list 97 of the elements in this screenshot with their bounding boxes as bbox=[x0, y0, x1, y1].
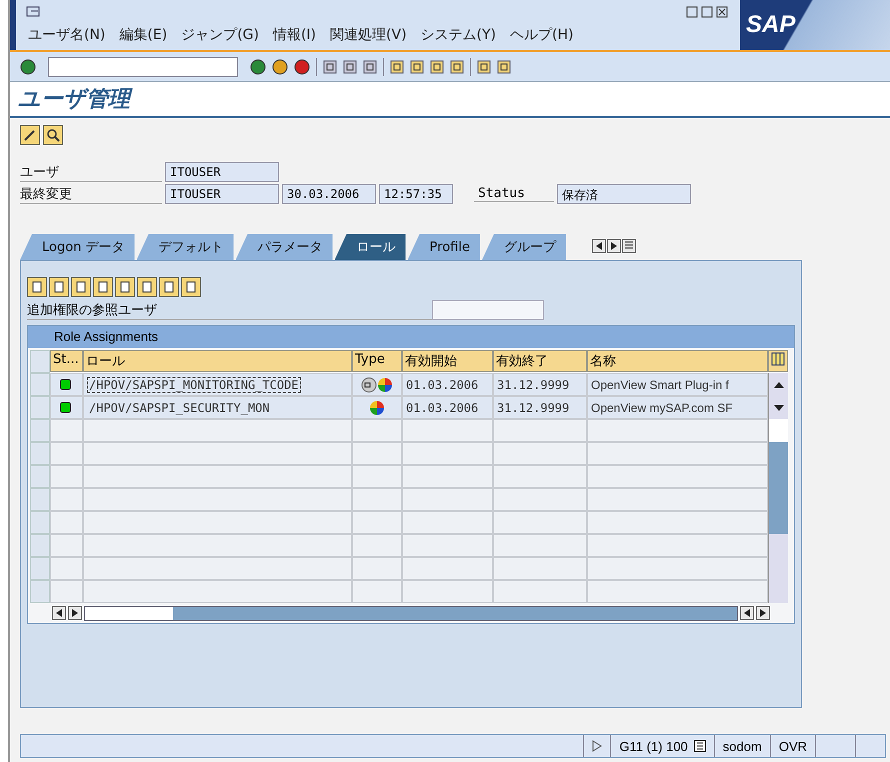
toolbar-button[interactable] bbox=[49, 277, 69, 297]
table-cell[interactable]: /HPOV/SAPSPI_MONITORING_TCODE bbox=[83, 373, 352, 396]
table-cell bbox=[352, 465, 402, 488]
toolbar-button[interactable] bbox=[137, 277, 157, 297]
scroll-left-button[interactable] bbox=[740, 606, 754, 620]
column-header[interactable]: 名称 bbox=[587, 350, 768, 372]
time-field[interactable]: 12:57:35 bbox=[379, 184, 453, 204]
menu-item[interactable]: 編集(E) bbox=[119, 26, 168, 44]
logo: SAP bbox=[740, 0, 890, 50]
table-cell bbox=[50, 534, 83, 557]
right-arrow-icon bbox=[610, 242, 617, 250]
table-cell bbox=[50, 465, 83, 488]
scroll-right-button[interactable] bbox=[606, 239, 621, 253]
table-cell bbox=[352, 580, 402, 603]
column-header[interactable]: Type bbox=[352, 350, 402, 372]
scroll-left-button[interactable] bbox=[592, 239, 606, 253]
status-field[interactable]: 保存済 bbox=[557, 184, 691, 204]
toolbar-button[interactable] bbox=[27, 277, 47, 297]
tab[interactable]: ロール bbox=[334, 234, 406, 260]
table-cell: 31.12.9999 bbox=[493, 396, 587, 419]
right-arrow-icon bbox=[72, 609, 78, 617]
date-field[interactable]: 30.03.2006 bbox=[282, 184, 376, 204]
field-label: 最終変更 bbox=[20, 184, 162, 204]
table-cell bbox=[352, 488, 402, 511]
table-title: Role Assignments bbox=[28, 326, 794, 348]
column-header[interactable]: St... bbox=[50, 350, 83, 372]
table-cell: 01.03.2006 bbox=[402, 373, 493, 396]
table-cell: 31.12.9999 bbox=[493, 373, 587, 396]
tab[interactable]: Logon データ bbox=[20, 234, 135, 260]
list-icon[interactable] bbox=[694, 740, 706, 752]
menu-item[interactable]: ヘルプ(H) bbox=[510, 26, 574, 44]
down-arrow-icon bbox=[774, 404, 784, 410]
left-arrow-icon bbox=[744, 609, 750, 617]
command-field[interactable] bbox=[48, 56, 238, 76]
tab[interactable]: グループ bbox=[482, 234, 566, 260]
horizontal-scrollbar[interactable] bbox=[84, 606, 738, 620]
left-arrow-icon bbox=[56, 609, 62, 617]
display-button[interactable] bbox=[43, 125, 63, 145]
reference-user-field[interactable] bbox=[432, 300, 544, 320]
layout-button[interactable] bbox=[768, 350, 788, 372]
server-name: sodom bbox=[714, 735, 770, 757]
scroll-right-button[interactable] bbox=[756, 606, 770, 620]
menu-item[interactable]: 関連処理(V) bbox=[330, 26, 407, 44]
table-cell bbox=[50, 557, 83, 580]
field-label: Status bbox=[474, 186, 554, 202]
scroll-left-button[interactable] bbox=[52, 606, 66, 620]
menu-item[interactable]: ユーザ名(N) bbox=[28, 26, 106, 44]
table-cell bbox=[352, 557, 402, 580]
field-label: 追加権限の参照ユーザ bbox=[27, 300, 432, 320]
tab[interactable]: Profile bbox=[408, 234, 480, 260]
scroll-down-button[interactable] bbox=[768, 396, 788, 419]
toolbar-button[interactable] bbox=[181, 277, 201, 297]
table-cell[interactable]: /HPOV/SAPSPI_SECURITY_MON bbox=[83, 396, 352, 419]
tab[interactable]: デフォルト bbox=[136, 234, 234, 260]
left-arrow-icon bbox=[596, 242, 602, 250]
role-icon bbox=[377, 376, 393, 392]
menu-icon[interactable] bbox=[26, 6, 40, 18]
input-mode: OVR bbox=[770, 735, 815, 757]
column-header[interactable]: 有効終了 bbox=[493, 350, 587, 372]
user-field[interactable]: ITOUSER bbox=[165, 162, 279, 182]
menu-item[interactable]: 情報(I) bbox=[272, 26, 316, 44]
list-icon bbox=[624, 241, 634, 251]
scroll-right-button[interactable] bbox=[68, 606, 82, 620]
table-cell: OpenView mySAP.com SF bbox=[587, 396, 768, 419]
scroll-up-button[interactable] bbox=[768, 373, 788, 396]
role-icon bbox=[369, 400, 385, 416]
table-cell bbox=[50, 511, 83, 534]
edit-button[interactable] bbox=[20, 125, 40, 145]
table-cell: OpenView Smart Plug-in f bbox=[587, 373, 768, 396]
expand-icon[interactable] bbox=[592, 740, 602, 752]
system-info: G11 (1) 100 bbox=[619, 738, 688, 754]
tab[interactable]: パラメータ bbox=[236, 234, 333, 260]
table-cell bbox=[50, 580, 83, 603]
table-cell bbox=[50, 442, 83, 465]
table-cell bbox=[352, 511, 402, 534]
tab-list-button[interactable] bbox=[622, 239, 636, 253]
composite-icon bbox=[361, 376, 377, 392]
table-cell bbox=[352, 442, 402, 465]
columns-icon bbox=[771, 352, 785, 366]
pen-icon bbox=[23, 128, 37, 142]
table-cell: 01.03.2006 bbox=[402, 396, 493, 419]
menu-item[interactable]: システム(Y) bbox=[420, 26, 496, 44]
table-cell bbox=[352, 534, 402, 557]
table-cell bbox=[50, 488, 83, 511]
right-arrow-icon bbox=[760, 609, 766, 617]
up-arrow-icon bbox=[774, 382, 784, 388]
menu-item[interactable]: ジャンプ(G) bbox=[181, 26, 259, 44]
changed-by-field[interactable]: ITOUSER bbox=[165, 184, 279, 204]
column-header[interactable]: ロール bbox=[83, 350, 352, 372]
window-controls-icon[interactable] bbox=[686, 6, 730, 18]
field-label: ユーザ bbox=[20, 162, 162, 182]
search-icon bbox=[46, 128, 60, 142]
column-header[interactable]: 有効開始 bbox=[402, 350, 493, 372]
toolbar-button[interactable] bbox=[115, 277, 135, 297]
toolbar-button[interactable] bbox=[159, 277, 179, 297]
toolbar-button[interactable] bbox=[93, 277, 113, 297]
toolbar-button[interactable] bbox=[71, 277, 91, 297]
